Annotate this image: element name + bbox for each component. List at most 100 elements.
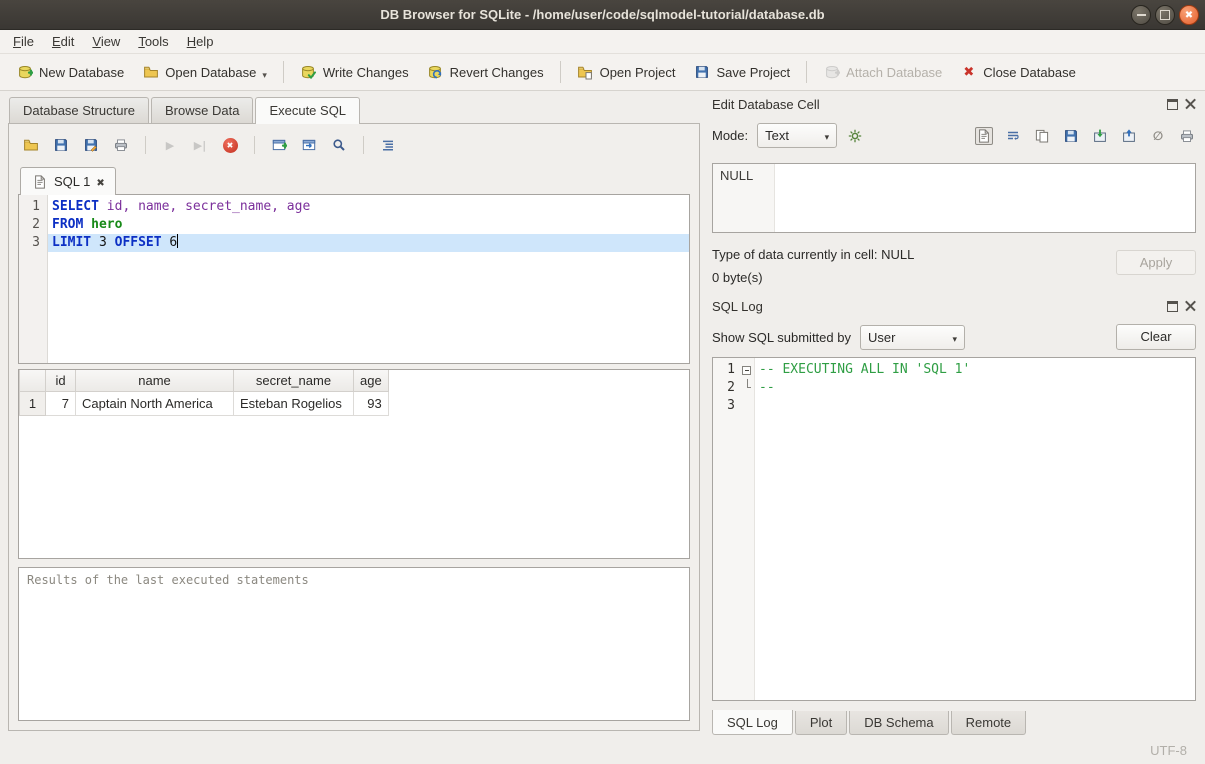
grid-cell[interactable]: 93 [354, 391, 389, 415]
attach-database-button[interactable]: Attach Database [815, 59, 950, 86]
menu-edit[interactable]: Edit [43, 30, 83, 53]
menu-view[interactable]: View [83, 30, 129, 53]
print-cell-icon[interactable] [1178, 127, 1196, 145]
open-project-icon [577, 64, 594, 81]
revert-changes-icon [427, 64, 444, 81]
open-database-button[interactable]: Open Database ▾ [134, 59, 275, 86]
grid-cell[interactable]: Captain North America [76, 391, 234, 415]
sql-log-view[interactable]: 123 -- EXECUTING ALL IN 'SQL 1'-- [712, 357, 1196, 701]
log-line-number: 2 [713, 379, 735, 397]
window-controls [1131, 5, 1199, 25]
execute-all-icon[interactable]: ▶ [161, 136, 179, 154]
dock-tab-plot[interactable]: Plot [795, 711, 847, 735]
dock-tab-remote[interactable]: Remote [951, 711, 1027, 735]
editor-line[interactable]: FROM hero [48, 216, 689, 234]
import-cell-icon[interactable] [1091, 127, 1109, 145]
editor-line[interactable]: LIMIT 3 OFFSET 6 [48, 234, 689, 252]
cell-editor-column: NULL [713, 164, 775, 232]
results-message-box[interactable]: Results of the last executed statements [18, 567, 690, 721]
dropdown-arrow-icon[interactable]: ▾ [262, 71, 267, 81]
row-header[interactable]: 1 [20, 391, 46, 415]
line-number: 1 [19, 198, 40, 216]
open-query-new-tab-icon[interactable] [270, 136, 288, 154]
mode-select[interactable]: Text [757, 123, 837, 148]
tab-database-structure[interactable]: Database Structure [9, 97, 149, 123]
results-message: Results of the last executed statements [27, 573, 309, 587]
minimize-button[interactable] [1131, 5, 1151, 25]
titlebar[interactable]: DB Browser for SQLite - /home/user/code/… [0, 0, 1205, 30]
chevron-down-icon [952, 330, 957, 345]
log-filter-select[interactable]: User [860, 325, 965, 350]
log-controls: Show SQL submitted by User Clear [712, 324, 1196, 350]
results-grid[interactable]: idnamesecret_nameage 17Captain North Amer… [18, 369, 690, 559]
fold-marker-icon[interactable] [742, 366, 751, 375]
column-header-name[interactable]: name [76, 370, 234, 391]
open-database-label: Open Database [165, 65, 256, 80]
tab-execute-sql[interactable]: Execute SQL [255, 97, 360, 124]
cell-editor-area[interactable] [775, 164, 1195, 232]
close-panel-icon[interactable] [1185, 99, 1196, 110]
revert-changes-button[interactable]: Revert Changes [419, 59, 552, 86]
new-database-button[interactable]: New Database [8, 59, 132, 86]
close-panel-icon[interactable] [1185, 301, 1196, 312]
format-sql-icon[interactable] [379, 136, 397, 154]
close-tab-icon[interactable] [96, 174, 104, 189]
sql-editor[interactable]: 123 SELECT id, name, secret_name, ageFRO… [18, 194, 690, 364]
save-cell-icon[interactable] [1062, 127, 1080, 145]
editor-code[interactable]: SELECT id, name, secret_name, ageFROM he… [48, 195, 689, 363]
write-changes-icon [300, 64, 317, 81]
dock-tab-bar: SQL LogPlotDB SchemaRemote [712, 711, 1196, 737]
apply-button[interactable]: Apply [1116, 250, 1196, 275]
maximize-button[interactable] [1155, 5, 1175, 25]
print-sql-icon[interactable] [112, 136, 130, 154]
dock-tab-db-schema[interactable]: DB Schema [849, 711, 948, 735]
gear-icon[interactable] [846, 127, 864, 145]
save-sql-as-icon[interactable] [82, 136, 100, 154]
column-header-id[interactable]: id [46, 370, 76, 391]
find-replace-icon[interactable] [330, 136, 348, 154]
save-sql-file-icon[interactable] [52, 136, 70, 154]
sql-editor-tab[interactable]: SQL 1 [20, 167, 116, 195]
close-database-label: Close Database [983, 65, 1076, 80]
cell-toolbar: ∅ [975, 127, 1196, 145]
sql-tab-label: SQL 1 [54, 174, 90, 189]
float-panel-icon[interactable] [1167, 99, 1178, 110]
word-wrap-icon[interactable] [1004, 127, 1022, 145]
set-null-icon[interactable]: ∅ [1149, 127, 1167, 145]
save-project-label: Save Project [716, 65, 790, 80]
open-sql-file-icon[interactable] [22, 136, 40, 154]
sql-log-header: SQL Log [712, 297, 1196, 315]
execute-current-line-icon[interactable]: ▶| [191, 136, 209, 154]
write-changes-button[interactable]: Write Changes [292, 59, 417, 86]
menu-tools[interactable]: Tools [129, 30, 177, 53]
sql-file-icon [31, 173, 48, 190]
save-project-button[interactable]: Save Project [685, 59, 798, 86]
dock-tab-sql-log[interactable]: SQL Log [712, 710, 793, 735]
grid-corner[interactable] [20, 370, 46, 391]
text-view-icon[interactable] [975, 127, 993, 145]
copy-cell-icon[interactable] [1033, 127, 1051, 145]
status-bar: UTF-8 [0, 737, 1205, 764]
menu-help[interactable]: Help [178, 30, 223, 53]
tab-browse-data[interactable]: Browse Data [151, 97, 253, 123]
grid-cell[interactable]: Esteban Rogelios [234, 391, 354, 415]
close-database-button[interactable]: ✖Close Database [952, 59, 1084, 86]
clear-log-button[interactable]: Clear [1116, 324, 1196, 350]
stop-execution-icon[interactable]: ✖ [221, 136, 239, 154]
column-header-age[interactable]: age [354, 370, 389, 391]
export-cell-icon[interactable] [1120, 127, 1138, 145]
editor-line[interactable]: SELECT id, name, secret_name, age [48, 198, 689, 216]
toolbar-separator [363, 136, 364, 154]
sql-editor-tab-bar: SQL 1 [18, 162, 690, 194]
open-project-label: Open Project [600, 65, 676, 80]
left-pane: Database StructureBrowse DataExecute SQL… [0, 91, 706, 737]
float-panel-icon[interactable] [1167, 301, 1178, 312]
grid-cell[interactable]: 7 [46, 391, 76, 415]
open-in-tab-icon[interactable] [300, 136, 318, 154]
encoding-indicator: UTF-8 [1150, 743, 1187, 758]
menu-file[interactable]: File [4, 30, 43, 53]
close-button[interactable] [1179, 5, 1199, 25]
column-header-secret-name[interactable]: secret_name [234, 370, 354, 391]
open-project-button[interactable]: Open Project [569, 59, 684, 86]
cell-editor[interactable]: NULL [712, 163, 1196, 233]
